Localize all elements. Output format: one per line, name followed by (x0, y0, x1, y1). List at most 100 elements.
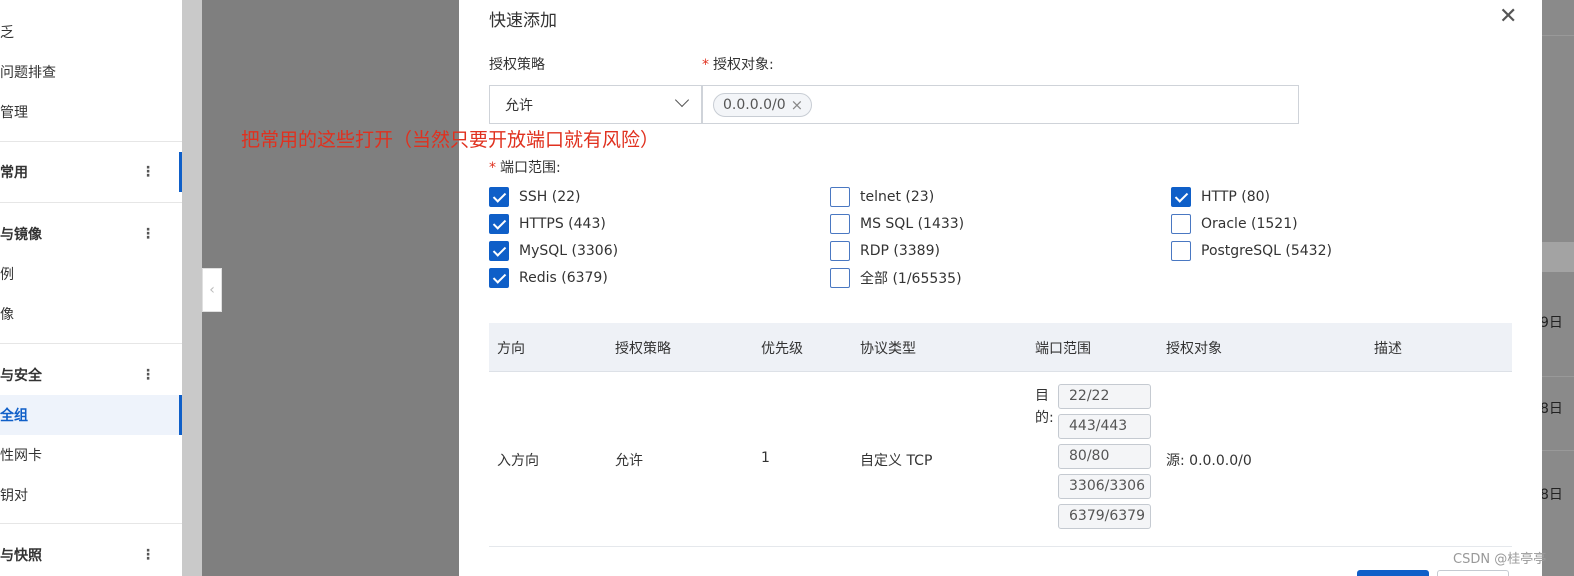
more-icon[interactable]: ⋮ (141, 226, 155, 242)
table-header: 方向 授权策略 优先级 协议类型 端口范围 授权对象 描述 (489, 323, 1512, 372)
sidebar-item-label: 与镜像 (0, 227, 42, 243)
checkbox-oracle[interactable]: Oracle (1521) (1171, 213, 1298, 235)
collapse-sidebar-button[interactable]: ‹ (202, 268, 222, 312)
sidebar-item-label: 乏 (0, 25, 14, 41)
object-tag-label: 0.0.0.0/0 (723, 96, 786, 113)
checkbox-checked-icon[interactable] (489, 241, 509, 261)
sidebar-scrollbar[interactable] (182, 0, 202, 576)
more-icon[interactable]: ⋮ (141, 164, 155, 180)
background-date: 9日 (1540, 315, 1563, 331)
sidebar-group-network-security[interactable]: 与安全 ⋮ (0, 355, 182, 395)
cell-priority: 1 (761, 450, 770, 466)
checkbox-label: HTTPS (443) (519, 216, 606, 232)
column-header: 方向 (497, 341, 525, 357)
checkbox-checked-icon[interactable] (1171, 187, 1191, 207)
close-icon[interactable]: ✕ (1499, 6, 1517, 28)
sidebar-item-eni[interactable]: 性网卡 (0, 435, 182, 475)
checkbox-telnet[interactable]: telnet (23) (830, 186, 934, 208)
checkbox-postgresql[interactable]: PostgreSQL (5432) (1171, 240, 1332, 262)
checkbox-label: telnet (23) (860, 189, 935, 205)
sidebar-group-instances-images[interactable]: 与镜像 ⋮ (0, 214, 182, 254)
sidebar-item-label: 与安全 (0, 368, 42, 384)
divider (0, 343, 182, 344)
quick-add-dialog: 快速添加 ✕ 授权策略 * 授权对象: 允许 0.0.0.0/0 × * 端口范围:… (459, 0, 1542, 576)
cancel-button[interactable] (1437, 570, 1509, 576)
port-pill: 80/80 (1058, 444, 1151, 469)
sidebar-item-troubleshoot[interactable]: 问题排查 (0, 52, 182, 92)
policy-label: 授权策略 (489, 57, 545, 73)
object-tag: 0.0.0.0/0 × (713, 92, 813, 117)
column-header: 授权对象 (1166, 341, 1222, 357)
checkbox-unchecked-icon[interactable] (830, 214, 850, 234)
checkbox-unchecked-icon[interactable] (830, 241, 850, 261)
table-row: 入方向 允许 1 自定义 TCP 目的: 22/22 443/443 80/80… (489, 372, 1512, 547)
checkbox-checked-icon[interactable] (489, 214, 509, 234)
cell-policy: 允许 (615, 453, 643, 469)
sidebar-item-overview[interactable]: 乏 (0, 12, 182, 52)
port-label-wrap: * 端口范围: (489, 157, 561, 177)
checkbox-ssh[interactable]: SSH (22) (489, 186, 581, 208)
checkbox-label: MS SQL (1433) (860, 216, 965, 232)
sidebar-item-security-group[interactable]: 全组 (0, 395, 182, 435)
sidebar-item-label: 性网卡 (0, 448, 42, 464)
checkbox-label: RDP (3389) (860, 243, 940, 259)
checkbox-unchecked-icon[interactable] (1171, 214, 1191, 234)
checkbox-checked-icon[interactable] (489, 268, 509, 288)
divider (0, 202, 182, 203)
divider (0, 523, 182, 524)
column-header: 授权策略 (615, 341, 671, 357)
watermark: CSDN @桂亭亭 (1453, 552, 1547, 567)
checkbox-checked-icon[interactable] (489, 187, 509, 207)
sidebar-group-common[interactable]: 常用 ⋮ (0, 152, 182, 192)
checkbox-label: SSH (22) (519, 189, 581, 205)
sidebar-group-storage-snapshots[interactable]: 与快照 ⋮ (0, 535, 182, 575)
background-date: 8日 (1540, 487, 1563, 503)
port-pill: 443/443 (1058, 414, 1151, 439)
object-label: 授权对象: (713, 57, 774, 73)
sidebar-item-instances[interactable]: 例 (0, 254, 182, 294)
sidebar-item-label: 全组 (0, 408, 28, 424)
policy-select-value: 允许 (505, 97, 533, 114)
checkbox-redis[interactable]: Redis (6379) (489, 267, 608, 289)
background-date: 8日 (1540, 401, 1563, 417)
sidebar-item-label: 问题排查 (0, 65, 56, 81)
rules-table: 方向 授权策略 优先级 协议类型 端口范围 授权对象 描述 入方向 允许 1 自… (489, 323, 1512, 547)
checkbox-rdp[interactable]: RDP (3389) (830, 240, 940, 262)
sidebar-item-images[interactable]: 像 (0, 294, 182, 334)
divider (1542, 450, 1574, 451)
remove-tag-icon[interactable]: × (791, 96, 804, 114)
divider (1542, 376, 1574, 377)
sidebar-item-label: 像 (0, 307, 14, 323)
checkbox-https[interactable]: HTTPS (443) (489, 213, 606, 235)
column-header: 协议类型 (860, 341, 916, 357)
more-icon[interactable]: ⋮ (141, 547, 155, 563)
confirm-button[interactable] (1357, 570, 1429, 576)
object-tag-input[interactable]: 0.0.0.0/0 × (702, 85, 1299, 124)
policy-select[interactable]: 允许 (489, 85, 702, 124)
checkbox-http[interactable]: HTTP (80) (1171, 186, 1270, 208)
column-header: 描述 (1374, 341, 1402, 357)
sidebar-item-label: 常用 (0, 165, 28, 181)
port-label: 端口范围: (500, 160, 561, 176)
checkbox-unchecked-icon[interactable] (830, 268, 850, 288)
checkbox-mssql[interactable]: MS SQL (1433) (830, 213, 964, 235)
checkbox-unchecked-icon[interactable] (1171, 241, 1191, 261)
cell-object: 源: 0.0.0.0/0 (1166, 453, 1252, 469)
port-pill: 3306/3306 (1058, 474, 1151, 499)
object-label-wrap: * 授权对象: (702, 54, 774, 74)
sidebar-item-keypair[interactable]: 钥对 (0, 475, 182, 515)
cell-direction: 入方向 (497, 453, 539, 469)
checkbox-mysql[interactable]: MySQL (3306) (489, 240, 618, 262)
cell-protocol: 自定义 TCP (860, 453, 933, 469)
sidebar-item-manage[interactable]: 管理 (0, 92, 182, 132)
sidebar-item-label: 与快照 (0, 548, 42, 564)
divider (1542, 242, 1574, 272)
checkbox-unchecked-icon[interactable] (830, 187, 850, 207)
required-marker: * (702, 57, 709, 73)
divider (0, 141, 182, 142)
checkbox-label: PostgreSQL (5432) (1201, 243, 1332, 259)
checkbox-label: HTTP (80) (1201, 189, 1271, 205)
checkbox-all-ports[interactable]: 全部 (1/65535) (830, 267, 962, 289)
more-icon[interactable]: ⋮ (141, 367, 155, 383)
checkbox-label: Oracle (1521) (1201, 216, 1298, 232)
